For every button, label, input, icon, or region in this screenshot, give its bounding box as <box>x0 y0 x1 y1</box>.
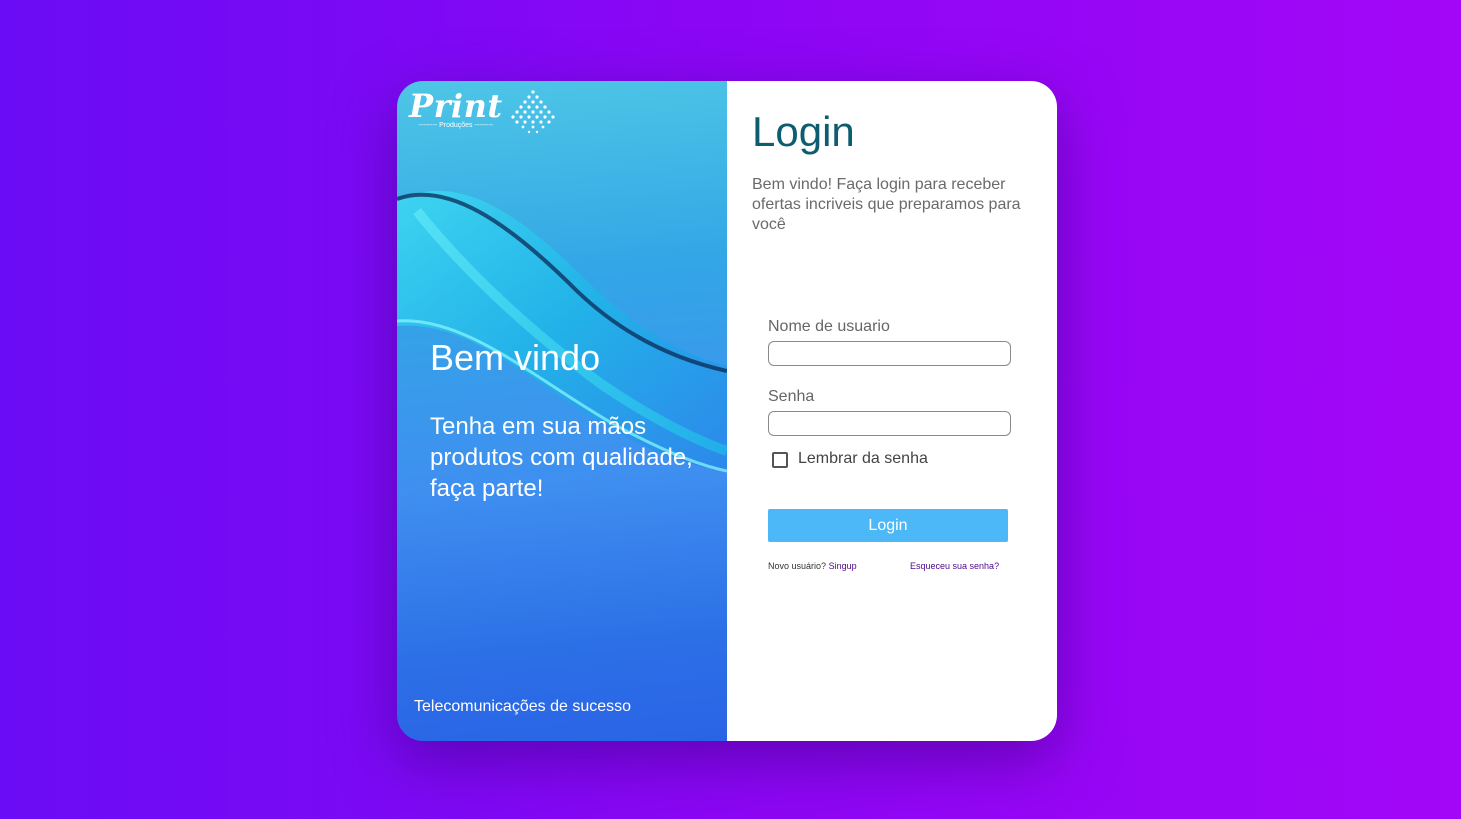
new-user-text: Novo usuário? <box>768 561 827 571</box>
forgot-password: Esqueceu sua senha? <box>910 561 999 571</box>
username-input[interactable] <box>768 341 1011 366</box>
login-panel: Login Bem vindo! Faça login para receber… <box>727 81 1057 741</box>
diamond-dots-icon <box>511 90 555 134</box>
login-button[interactable]: Login <box>768 509 1008 542</box>
remember-option[interactable]: Lembrar da senha <box>772 450 928 468</box>
remember-checkbox[interactable] <box>772 452 788 468</box>
signup-link[interactable]: Singup <box>829 561 857 571</box>
password-input[interactable] <box>768 411 1011 436</box>
brand-name: Print <box>409 87 503 125</box>
login-subtitle: Bem vindo! Faça login para receber ofert… <box>752 176 1021 233</box>
hero-footer: Telecomunicações de sucesso <box>414 698 632 715</box>
signup-prompt: Novo usuário? Singup <box>768 561 857 571</box>
brand-logo: Print -------- Produções -------- <box>409 87 557 139</box>
login-title: Login <box>752 108 855 155</box>
hero-text: Tenha em sua mãos produtos com qualidade… <box>430 413 693 502</box>
hero-title: Bem vindo <box>430 337 601 378</box>
remember-label: Lembrar da senha <box>798 450 928 467</box>
hero-panel: Print -------- Produções -------- Bem vi… <box>397 81 727 741</box>
forgot-password-link[interactable]: Esqueceu sua senha? <box>910 561 999 571</box>
brand-tagline: -------- Produções -------- <box>418 122 494 129</box>
username-label: Nome de usuario <box>768 318 890 335</box>
password-label: Senha <box>768 388 815 405</box>
login-card: Print -------- Produções -------- Bem vi… <box>397 81 1057 741</box>
